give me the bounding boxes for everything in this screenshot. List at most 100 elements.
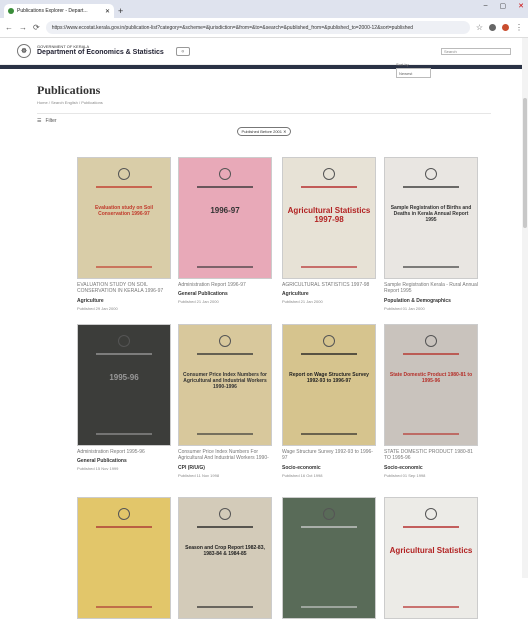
back-icon[interactable]: ←: [5, 23, 13, 32]
publication-card[interactable]: State Domestic Product 1980-81 to 1995-9…: [384, 324, 478, 478]
new-tab-button[interactable]: +: [118, 6, 123, 16]
scrollbar[interactable]: [522, 38, 528, 578]
publication-card[interactable]: 1995-96 Administration Report 1995-96 Gene…: [77, 324, 171, 471]
reload-icon[interactable]: ⟳: [33, 23, 40, 32]
publication-title[interactable]: Consumer Price Index Numbers For Agricul…: [178, 449, 272, 462]
cover-rule: [96, 353, 152, 355]
publication-cover-image[interactable]: Consumer Price Index Numbers for Agricul…: [178, 324, 272, 446]
forward-icon[interactable]: →: [19, 23, 27, 32]
publication-cover-image[interactable]: 1996-97: [178, 157, 272, 279]
cover-emblem-icon: [323, 508, 335, 520]
publication-card[interactable]: Sample Registration of Births and Deaths…: [384, 157, 478, 311]
publication-card[interactable]: [77, 497, 171, 619]
site-search-input[interactable]: Search: [441, 47, 511, 55]
url-field[interactable]: https://www.ecostat.kerala.gov.in/public…: [45, 21, 470, 34]
cover-emblem-icon: [219, 508, 231, 520]
publication-date: Published 21 Jan 2000: [178, 299, 219, 305]
publication-title[interactable]: Administration Report 1996-97: [178, 282, 272, 288]
publication-cover-image[interactable]: Report on Wage Structure Survey 1992-93 …: [282, 324, 376, 446]
publication-category: General Publications: [178, 291, 228, 298]
cover-rule: [403, 186, 459, 188]
publication-title[interactable]: EVALUATION STUDY ON SOIL CONSERVATION IN…: [77, 282, 171, 295]
cover-rule: [403, 353, 459, 355]
publication-category: CPI (R/U/G): [178, 465, 205, 471]
cover-title: Season and Crop Report 1982-83, 1983-84 …: [185, 545, 265, 557]
cover-footer-rule: [403, 606, 459, 608]
publication-title[interactable]: Administration Report 1995-96: [77, 449, 171, 455]
page-title: Publications: [37, 83, 101, 97]
publication-category: Agriculture: [77, 297, 104, 304]
cover-footer-rule: [96, 433, 152, 435]
publication-cover-image[interactable]: Evaluation study on Soil Conservation 19…: [77, 157, 171, 279]
publication-title[interactable]: AGRICULTURAL STATISTICS 1997-98: [282, 282, 376, 288]
site-brand[interactable]: GOVERNMENT OF KERALA Department of Econo…: [37, 44, 164, 57]
publication-cover-image[interactable]: 1995-96: [77, 324, 171, 446]
publication-card[interactable]: Report on Wage Structure Survey 1992-93 …: [282, 324, 376, 478]
cover-footer-rule: [96, 606, 152, 608]
browser-tab-strip: Publications Explorer - Depart... ✕ + – …: [0, 0, 528, 18]
publication-category: Socio-economic: [384, 464, 423, 471]
publication-card[interactable]: 1996-97 Administration Report 1996-97 Gene…: [178, 157, 272, 304]
publication-date: Published 01 Jan 2000: [384, 305, 425, 311]
publication-title[interactable]: STATE DOMESTIC PRODUCT 1980-81 TO 1995-9…: [384, 449, 478, 462]
menu-icon[interactable]: ⋮: [515, 23, 523, 32]
emblem-icon: ☸: [17, 44, 31, 58]
site-header: ☸ GOVERNMENT OF KERALA Department of Eco…: [0, 38, 528, 65]
publication-cover-image[interactable]: [282, 497, 376, 619]
cover-rule: [301, 186, 357, 188]
publication-cover-image[interactable]: Season and Crop Report 1982-83, 1983-84 …: [178, 497, 272, 619]
cover-footer-rule: [403, 433, 459, 435]
cover-emblem-icon: [118, 168, 130, 180]
publication-card[interactable]: Agricultural Statistics: [384, 497, 478, 619]
extension-icon[interactable]: [489, 24, 496, 31]
publication-cover-image[interactable]: Agricultural Statistics 1997-98: [282, 157, 376, 279]
main-content: Publications Home / Search English / Pub…: [0, 69, 528, 136]
publication-card[interactable]: Season and Crop Report 1982-83, 1983-84 …: [178, 497, 272, 619]
scroll-thumb[interactable]: [523, 98, 527, 228]
minimize-button[interactable]: –: [484, 2, 488, 10]
filter-toggle[interactable]: ☰ Filter: [37, 118, 491, 124]
publication-date: Published 11 Nov 1998: [178, 473, 220, 478]
publication-category: Agriculture: [282, 291, 309, 298]
publication-cover-image[interactable]: State Domestic Product 1980-81 to 1995-9…: [384, 324, 478, 446]
close-window-button[interactable]: ✕: [518, 2, 524, 10]
cover-title: 1995-96: [109, 373, 139, 382]
cover-rule: [197, 186, 253, 188]
browser-tab[interactable]: Publications Explorer - Depart... ✕: [4, 4, 114, 18]
close-tab-icon[interactable]: ✕: [105, 8, 110, 15]
publication-card[interactable]: Evaluation study on Soil Conservation 19…: [77, 157, 171, 311]
publication-date: Published 16 Oct 1998: [282, 472, 323, 478]
maximize-button[interactable]: ▢: [500, 2, 507, 10]
cover-title: Evaluation study on Soil Conservation 19…: [94, 205, 154, 217]
filter-icon: ☰: [37, 118, 42, 124]
cover-rule: [96, 526, 152, 528]
publication-title[interactable]: Wage Structure Survey 1992-93 to 1996-97: [282, 449, 376, 462]
publication-card[interactable]: Agricultural Statistics 1997-98 AGRICULTU…: [282, 157, 376, 304]
publication-cover-image[interactable]: Sample Registration of Births and Deaths…: [384, 157, 478, 279]
publication-title[interactable]: Sample Registration Kerala - Rural Annua…: [384, 282, 478, 295]
publication-cover-image[interactable]: [77, 497, 171, 619]
publication-category: General Publications: [77, 458, 127, 465]
cover-title: Agricultural Statistics 1997-98: [287, 206, 371, 225]
favicon-icon: [8, 8, 14, 14]
cover-footer-rule: [403, 266, 459, 268]
breadcrumb[interactable]: Home / Search English / Publications: [37, 100, 491, 105]
publication-card[interactable]: Consumer Price Index Numbers for Agricul…: [178, 324, 272, 478]
sort-label: Sort by: [396, 62, 409, 67]
profile-avatar[interactable]: [502, 24, 509, 31]
cover-title: Report on Wage Structure Survey 1992-93 …: [289, 372, 369, 384]
cover-rule: [197, 353, 253, 355]
publication-card[interactable]: [282, 497, 376, 619]
cover-emblem-icon: [219, 335, 231, 347]
cover-title: Sample Registration of Births and Deaths…: [390, 205, 472, 223]
publication-date: Published 01 Sep 1998: [384, 472, 426, 478]
cover-footer-rule: [197, 606, 253, 608]
star-icon[interactable]: ☆: [476, 23, 483, 32]
cover-rule: [301, 353, 357, 355]
cover-emblem-icon: [323, 168, 335, 180]
publication-date: Published 15 Nov 1999: [77, 466, 119, 472]
cover-emblem-icon: [425, 508, 437, 520]
publication-cover-image[interactable]: Agricultural Statistics: [384, 497, 478, 619]
filter-chip[interactable]: Published Before 2001 ✕: [236, 127, 292, 136]
sort-select[interactable]: Newest: [396, 68, 431, 78]
